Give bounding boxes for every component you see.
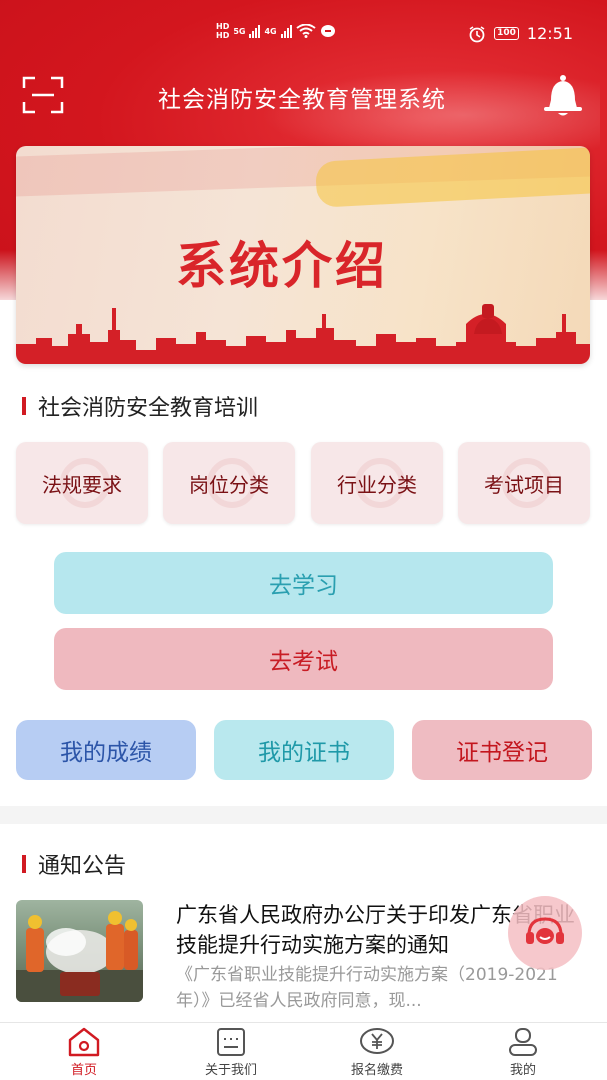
category-tiles: 法规要求 岗位分类 行业分类 考试项目: [16, 442, 591, 524]
banner-title: 系统介绍: [176, 237, 388, 295]
news-thumbnail: [16, 900, 143, 1002]
training-heading-text: 社会消防安全教育培训: [38, 396, 259, 421]
skyline-illustration: [16, 304, 590, 364]
profile-icon: [509, 1028, 537, 1056]
tile-industries[interactable]: 行业分类: [311, 442, 443, 524]
tile-positions[interactable]: 岗位分类: [163, 442, 295, 524]
top-bar: 社会消防安全教育管理系统: [0, 72, 607, 118]
go-exam-button[interactable]: 去考试: [54, 628, 553, 690]
intro-banner[interactable]: 系统介绍: [16, 146, 590, 364]
nav-label: 关于我们: [204, 1063, 257, 1078]
nav-payment[interactable]: 报名缴费: [317, 1027, 437, 1079]
nav-home[interactable]: 首页: [24, 1027, 144, 1079]
gen-label-1: 5G: [233, 26, 246, 36]
tile-regulations[interactable]: 法规要求: [16, 442, 148, 524]
hd-label-1: HD: [216, 22, 230, 31]
notices-heading-text: 通知公告: [38, 854, 127, 879]
wifi-icon: [296, 24, 316, 38]
status-bar: HD HD 5G 4G 100 12:51: [0, 22, 607, 50]
alarm-icon: [469, 25, 485, 42]
signal-icon: [249, 24, 261, 38]
list-item[interactable]: 广东省人民政府办公厅关于印发广东省职业技能提升行动实施方案的通知 《广东省职业技…: [16, 898, 591, 1011]
tile-label: 行业分类: [337, 472, 417, 497]
signal-icon-2: [280, 24, 292, 38]
notices-heading: 通知公告: [22, 848, 126, 880]
heading-accent-bar: [22, 397, 26, 415]
go-study-button[interactable]: 去学习: [54, 552, 553, 614]
certificate-register-button[interactable]: 证书登记: [412, 720, 592, 780]
nav-label: 报名缴费: [350, 1063, 403, 1078]
section-divider: [0, 806, 607, 824]
my-scores-button[interactable]: 我的成绩: [16, 720, 196, 780]
bell-icon[interactable]: [540, 74, 586, 118]
home-icon: [68, 1027, 100, 1057]
customer-service-button[interactable]: [508, 896, 582, 970]
gen-label-2: 4G: [264, 26, 277, 36]
tile-label: 岗位分类: [189, 472, 269, 497]
headset-icon: [526, 917, 564, 944]
my-certificates-button[interactable]: 我的证书: [214, 720, 394, 780]
battery-icon: 100: [494, 27, 519, 40]
bottom-navigation: 首页 关于我们 报名缴费 我的: [0, 1022, 607, 1080]
about-icon: [217, 1028, 245, 1056]
training-heading: 社会消防安全教育培训: [22, 390, 258, 422]
nfc-icon: [320, 25, 335, 37]
news-description: 《广东省职业技能提升行动实施方案（2019-2021年）》已经省人民政府同意，现…: [176, 965, 558, 1011]
nav-label: 我的: [509, 1063, 536, 1078]
hd-label-2: HD: [216, 31, 230, 40]
app-title: 社会消防安全教育管理系统: [158, 87, 446, 113]
nav-about[interactable]: 关于我们: [171, 1027, 291, 1079]
tile-exam-items[interactable]: 考试项目: [458, 442, 590, 524]
nav-label: 首页: [70, 1063, 97, 1078]
tile-label: 考试项目: [484, 472, 564, 497]
nav-profile[interactable]: 我的: [463, 1027, 583, 1079]
heading-accent-bar: [22, 855, 26, 873]
tile-label: 法规要求: [42, 472, 122, 497]
clock: 12:51: [526, 24, 573, 43]
payment-icon: [360, 1028, 394, 1054]
network-indicators: HD HD 5G 4G: [216, 22, 336, 40]
scan-icon[interactable]: [22, 76, 64, 114]
